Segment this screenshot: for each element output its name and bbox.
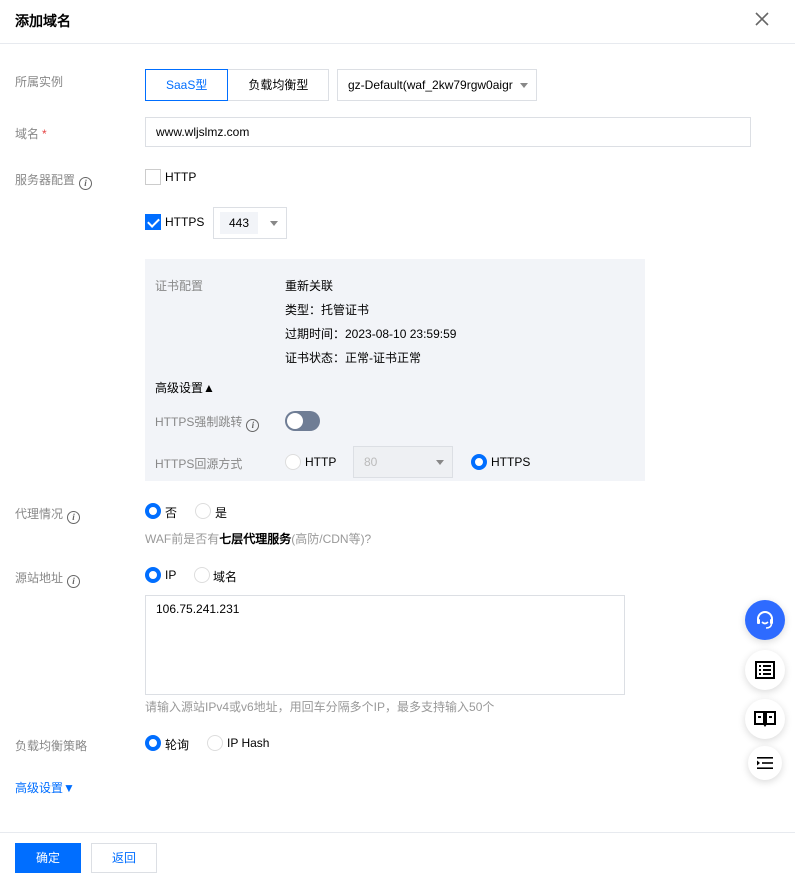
info-icon[interactable]: i xyxy=(79,177,93,190)
origin-hint: 请输入源站IPv4或v6地址，用回车分隔多个IP，最多支持输入50个 xyxy=(145,700,495,714)
list-button[interactable] xyxy=(745,650,785,690)
https-checkbox[interactable] xyxy=(145,214,161,230)
chevron-down-icon xyxy=(436,460,444,465)
origin-ip-label: IP xyxy=(165,568,177,582)
origin-http-label: HTTP xyxy=(305,455,337,469)
origin-ip-radio[interactable] xyxy=(145,567,161,583)
origin-domain-radio[interactable] xyxy=(194,567,210,583)
headset-icon xyxy=(757,611,773,629)
cert-config-label: 证书配置 xyxy=(155,279,204,293)
origin-label-text: 源站地址 xyxy=(15,571,64,585)
proxy-no-label: 否 xyxy=(165,506,178,520)
proxy-yes-radio[interactable] xyxy=(195,503,211,519)
cert-status: 证书状态：正常-证书正常 xyxy=(285,351,421,365)
confirm-button[interactable]: 确定 xyxy=(15,843,81,873)
proxy-label: 代理情况 i xyxy=(15,505,81,524)
dialog-header: 添加域名 xyxy=(0,0,795,44)
https-checkbox-label: HTTPS xyxy=(165,215,205,229)
force-redirect-toggle[interactable] xyxy=(285,411,320,431)
cert-advanced-toggle[interactable]: 高级设置▲ xyxy=(155,379,215,396)
docs-button[interactable] xyxy=(745,699,785,739)
domain-input-value: www.wljslmz.com xyxy=(156,125,250,139)
domain-input[interactable]: www.wljslmz.com xyxy=(145,117,751,147)
instance-type-saas[interactable]: SaaS型 xyxy=(145,69,229,101)
origin-address-value: 106.75.241.231 xyxy=(156,602,240,616)
server-config-label-text: 服务器配置 xyxy=(15,173,76,187)
lb-strategy-label: 负载均衡策略 xyxy=(15,739,88,753)
proxy-hint: WAF前是否有七层代理服务(高防/CDN等)? xyxy=(145,530,371,547)
lb-iphash-radio[interactable] xyxy=(207,735,223,751)
proxy-no-radio[interactable] xyxy=(145,503,161,519)
proxy-hint-prefix: WAF前是否有 xyxy=(145,532,220,546)
proxy-label-text: 代理情况 xyxy=(15,507,64,521)
advanced-settings-toggle[interactable]: 高级设置▼ xyxy=(15,779,75,796)
chevron-down-icon xyxy=(520,83,528,88)
origin-http-port-select[interactable]: 80 xyxy=(353,446,453,478)
force-redirect-label: HTTPS强制跳转 i xyxy=(155,413,260,432)
indent-icon xyxy=(757,757,773,769)
domain-label: 域名 * xyxy=(15,125,47,142)
proxy-yes-label: 是 xyxy=(215,506,228,520)
instance-select[interactable]: gz-Default(waf_2kw79rgw0aigr xyxy=(337,69,537,101)
book-icon xyxy=(754,711,776,727)
origin-label: 源站地址 i xyxy=(15,569,81,588)
relink-cert-link[interactable]: 重新关联 xyxy=(285,277,333,294)
origin-https-label: HTTPS xyxy=(491,455,531,469)
origin-http-radio[interactable] xyxy=(285,454,301,470)
https-port-value: 443 xyxy=(220,212,259,234)
domain-label-text: 域名 xyxy=(15,127,40,141)
origin-address-textarea[interactable]: 106.75.241.231 xyxy=(145,595,625,695)
lb-roundrobin-radio[interactable] xyxy=(145,735,161,751)
required-mark: * xyxy=(42,127,47,141)
cert-panel: 证书配置 重新关联 类型：托管证书 过期时间：2023-08-10 23:59:… xyxy=(145,259,645,481)
cert-expire: 过期时间：2023-08-10 23:59:59 xyxy=(285,327,457,341)
close-icon[interactable] xyxy=(753,10,771,28)
instance-select-value: gz-Default(waf_2kw79rgw0aigr xyxy=(348,78,513,92)
origin-http-port-value: 80 xyxy=(364,455,378,469)
http-checkbox-label: HTTP xyxy=(165,170,197,184)
http-checkbox[interactable] xyxy=(145,169,161,185)
support-button[interactable] xyxy=(745,600,785,640)
dialog-title: 添加域名 xyxy=(15,13,71,29)
origin-domain-label: 域名 xyxy=(213,570,238,584)
cert-type: 类型：托管证书 xyxy=(285,303,370,317)
server-config-label: 服务器配置 i xyxy=(15,171,93,190)
proxy-hint-bold: 七层代理服务 xyxy=(219,532,292,546)
proxy-hint-suffix: (高防/CDN等)? xyxy=(291,532,372,546)
collapse-button[interactable] xyxy=(748,746,782,780)
https-port-select[interactable]: 443 xyxy=(213,207,287,239)
instance-label: 所属实例 xyxy=(15,75,64,89)
back-button[interactable]: 返回 xyxy=(91,843,157,873)
lb-roundrobin-label: 轮询 xyxy=(165,738,190,752)
force-redirect-label-text: HTTPS强制跳转 xyxy=(155,415,243,429)
info-icon[interactable]: i xyxy=(67,575,81,588)
instance-type-segment: SaaS型 负载均衡型 xyxy=(145,69,330,101)
origin-method-label: HTTPS回源方式 xyxy=(155,457,243,471)
info-icon[interactable]: i xyxy=(246,419,260,432)
instance-type-clb[interactable]: 负载均衡型 xyxy=(227,69,330,101)
lb-iphash-label: IP Hash xyxy=(227,736,270,750)
chevron-down-icon xyxy=(270,221,278,226)
info-icon[interactable]: i xyxy=(67,511,81,524)
list-icon xyxy=(755,661,775,679)
origin-https-radio[interactable] xyxy=(471,454,487,470)
